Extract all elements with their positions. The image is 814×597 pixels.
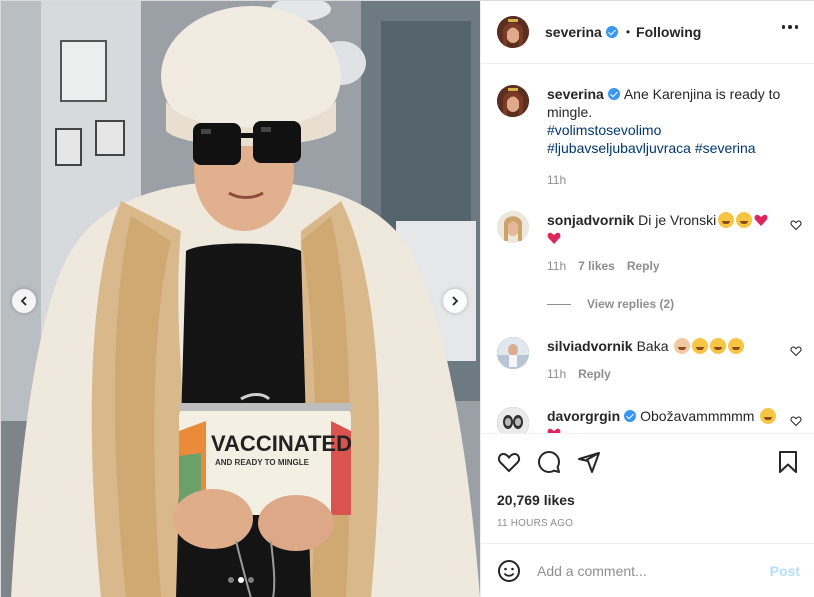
laughing-emoji-icon	[718, 212, 735, 228]
carousel-dot	[247, 577, 254, 583]
laughing-emoji-icon	[736, 212, 753, 228]
comments-list[interactable]: severina Ane Karenjina is ready to mingle…	[481, 65, 814, 433]
post-header: severina • Following	[481, 1, 814, 64]
like-comment-heart-icon[interactable]	[790, 345, 802, 357]
comment-text: Baka	[636, 338, 669, 354]
reply-button[interactable]: Reply	[627, 259, 660, 273]
chevron-left-icon	[20, 296, 27, 306]
caption-time[interactable]: 11h	[547, 173, 566, 187]
red-heart-emoji-icon	[754, 214, 768, 226]
share-paper-plane-icon[interactable]	[577, 450, 601, 474]
commenter-avatar[interactable]	[497, 407, 529, 433]
add-comment-bar: Post	[481, 543, 814, 597]
caption: severina Ane Karenjina is ready to mingle…	[497, 85, 802, 187]
smiling-face-with-hearts-emoji-icon	[692, 338, 709, 354]
post-photo: VACCINATED AND READY TO MINGLE	[1, 1, 480, 597]
likes-count[interactable]: 20,769 likes	[497, 492, 575, 508]
emoji-picker-icon[interactable]	[497, 559, 521, 583]
comment-text: Di je Vronski	[638, 212, 717, 228]
post-actions: 20,769 likes 11 HOURS AGO	[481, 433, 814, 543]
comment-item: davorgrgin Obožavammmmm	[497, 407, 802, 433]
author-username[interactable]: severina	[545, 24, 602, 40]
reply-button[interactable]: Reply	[578, 367, 611, 381]
comment-username[interactable]: davorgrgin	[547, 408, 620, 424]
comment-item: silviadvornik Baka 11h Reply	[497, 337, 802, 381]
laughing-emoji-icon	[760, 408, 777, 424]
view-replies-button[interactable]: View replies (2)	[547, 297, 674, 311]
hashtag-link[interactable]: #ljubavseljubavljuvraca	[547, 140, 691, 156]
comment-input[interactable]	[537, 563, 770, 579]
like-comment-heart-icon[interactable]	[790, 219, 802, 231]
carousel-dots	[1, 577, 480, 583]
like-comment-heart-icon[interactable]	[790, 415, 802, 427]
header-separator: •	[625, 25, 631, 39]
carousel-prev-button[interactable]	[12, 289, 36, 313]
post-comment-button[interactable]: Post	[770, 563, 800, 579]
verified-badge-icon	[607, 88, 620, 100]
comment-bubble-icon[interactable]	[537, 450, 561, 474]
carousel-next-button[interactable]	[443, 289, 467, 313]
bag-text-line2: AND READY TO MINGLE	[215, 458, 310, 467]
verified-badge-icon	[605, 26, 618, 38]
post-timestamp[interactable]: 11 HOURS AGO	[497, 518, 573, 529]
more-options-icon[interactable]	[781, 25, 798, 29]
comment-username[interactable]: silviadvornik	[547, 338, 633, 354]
verified-badge-icon	[624, 410, 637, 422]
save-bookmark-icon[interactable]	[776, 450, 800, 474]
commenter-avatar[interactable]	[497, 337, 529, 369]
smiling-face-with-hearts-emoji-icon	[728, 338, 745, 354]
author-avatar[interactable]	[497, 85, 529, 117]
comment-likes[interactable]: 7 likes	[578, 259, 615, 273]
commenter-avatar[interactable]	[497, 211, 529, 243]
post-media[interactable]: VACCINATED AND READY TO MINGLE	[1, 1, 480, 597]
comment-time[interactable]: 11h	[547, 367, 566, 381]
comment-time[interactable]: 11h	[547, 259, 566, 273]
smiling-face-with-hearts-emoji-icon	[710, 338, 727, 354]
carousel-dot	[227, 577, 234, 583]
hashtag-link[interactable]: #severina	[695, 140, 756, 156]
hashtag-link[interactable]: #volimstosevolimo	[547, 122, 661, 138]
bag-text-line1: VACCINATED	[211, 431, 352, 456]
comment-username[interactable]: sonjadvornik	[547, 212, 634, 228]
like-heart-icon[interactable]	[497, 450, 521, 474]
caption-username[interactable]: severina	[547, 86, 604, 102]
comment-text: Obožavammmmm	[640, 408, 755, 424]
post-dialog: VACCINATED AND READY TO MINGLE severina	[0, 0, 814, 597]
comment-item: sonjadvornik Di je Vronski 11h 7 likes Re…	[497, 211, 802, 273]
chevron-right-icon	[452, 296, 459, 306]
hugging-emoji-icon	[674, 338, 691, 354]
red-heart-emoji-icon	[547, 232, 561, 244]
carousel-dot-active	[237, 577, 244, 583]
view-replies-label: View replies (2)	[587, 297, 675, 311]
author-avatar[interactable]	[497, 16, 529, 48]
post-side-panel: severina • Following severina Ane Karenji…	[480, 1, 814, 597]
following-button[interactable]: Following	[636, 24, 701, 40]
